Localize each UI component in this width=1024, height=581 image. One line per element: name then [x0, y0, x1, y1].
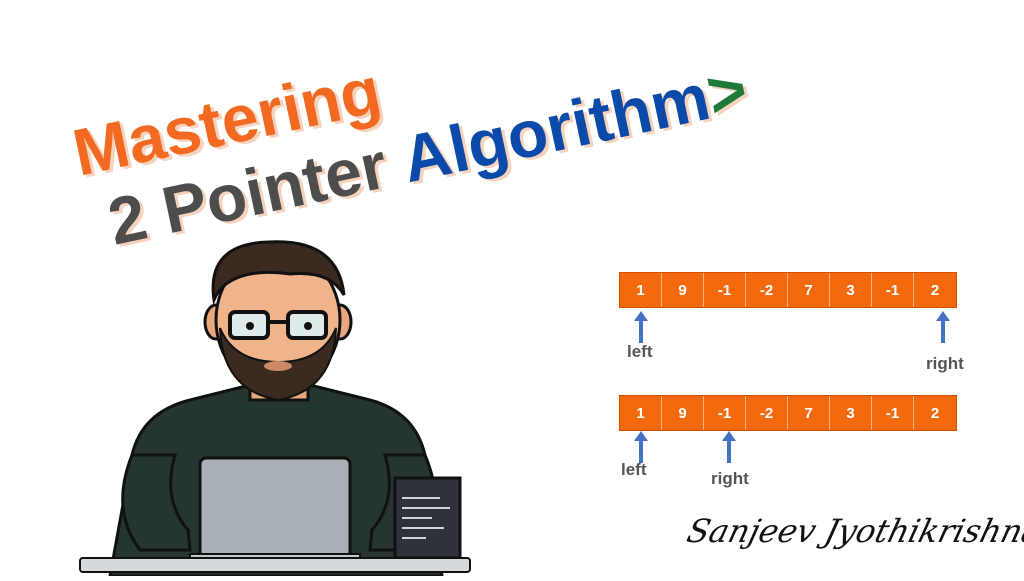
array-cell: 1 — [620, 273, 662, 307]
developer-illustration — [70, 240, 490, 578]
array-row-2: 1 9 -1 -2 7 3 -1 2 — [619, 395, 957, 431]
array-cell: 7 — [788, 396, 830, 430]
left-pointer-label: left — [621, 460, 647, 479]
title-algorithm: Algorithm — [395, 59, 716, 197]
left-pointer-arrow-icon — [634, 431, 648, 463]
developer-at-laptop-image — [79, 240, 471, 578]
array-cell: 1 — [620, 396, 662, 430]
array-cell: 2 — [914, 273, 956, 307]
right-pointer-label: right — [926, 354, 964, 373]
array-cell: 9 — [662, 273, 704, 307]
array-cell: -2 — [746, 273, 788, 307]
array-cell: -1 — [704, 396, 746, 430]
left-pointer-arrow-icon — [634, 311, 648, 343]
left-pointer-label: left — [627, 342, 653, 361]
array-cell: 7 — [788, 273, 830, 307]
array-row-1: 1 9 -1 -2 7 3 -1 2 — [619, 272, 957, 308]
array-cell: -1 — [704, 273, 746, 307]
array-cell: -2 — [746, 396, 788, 430]
array-cell: 3 — [830, 273, 872, 307]
array-cell: 3 — [830, 396, 872, 430]
author-signature: Sanjeev Jyothikrishnan — [683, 512, 1024, 550]
right-pointer-arrow-icon — [936, 311, 950, 343]
array-cell: -1 — [872, 396, 914, 430]
right-pointer-arrow-icon — [722, 431, 736, 463]
right-pointer-label: right — [711, 469, 749, 488]
array-cell: -1 — [872, 273, 914, 307]
array-cell: 2 — [914, 396, 956, 430]
array-cell: 9 — [662, 396, 704, 430]
